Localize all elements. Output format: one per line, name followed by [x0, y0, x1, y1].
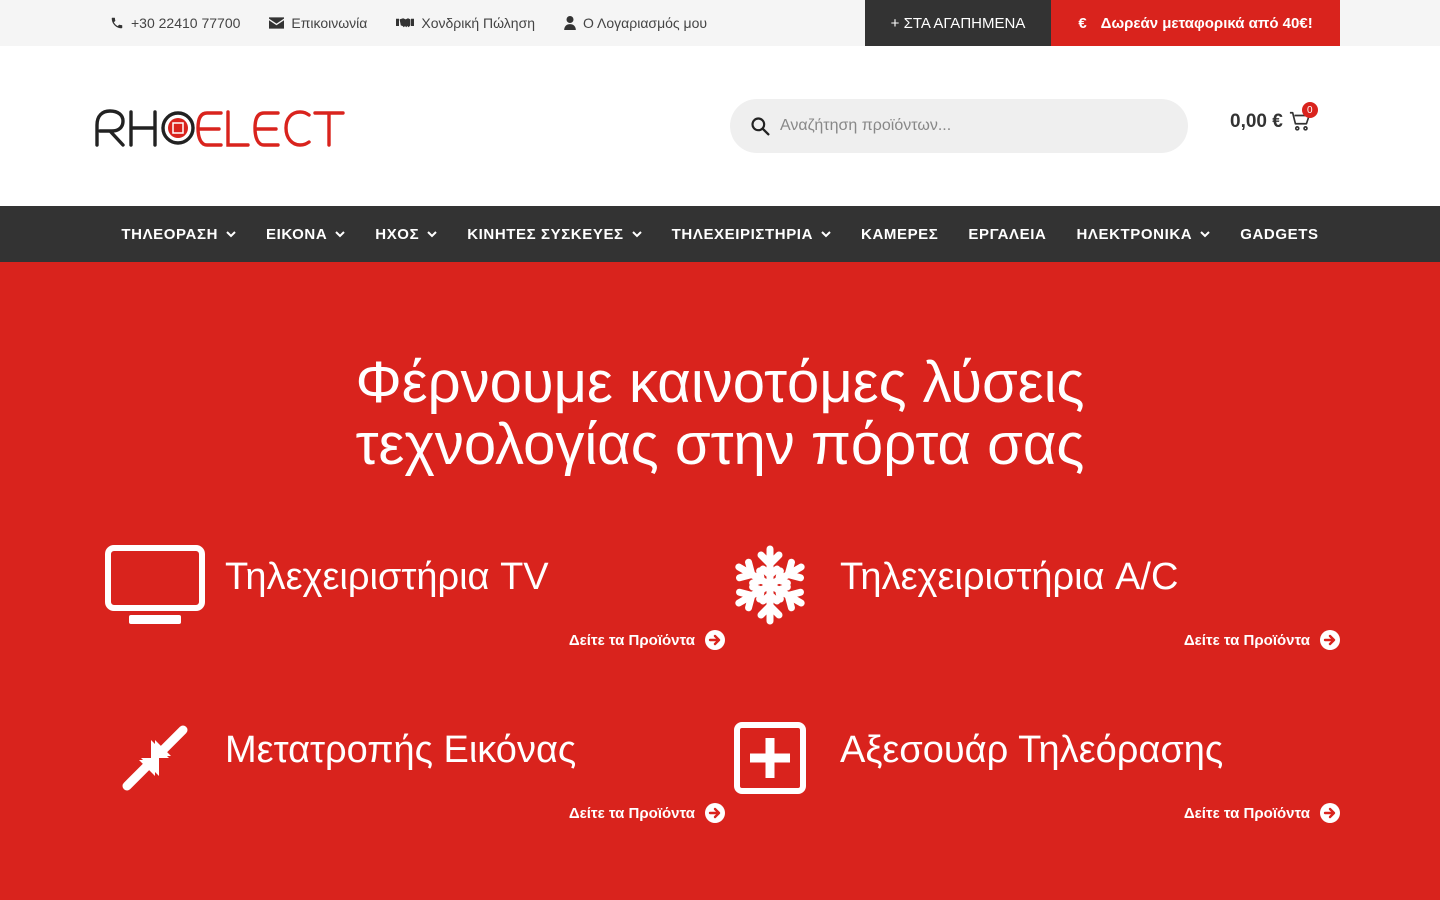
free-shipping-banner: € Δωρεάν μεταφορικά από 40€! [1051, 0, 1340, 46]
view-products-link[interactable]: Δείτε τα Προϊόντα [569, 803, 725, 823]
view-products-link[interactable]: Δείτε τα Προϊόντα [569, 630, 725, 650]
compress-arrows-icon [105, 717, 205, 799]
nav-item-remotes[interactable]: ΤΗΛΕΧΕΙΡΙΣΤΗΡΙΑ [657, 226, 846, 243]
chevron-down-icon [226, 230, 236, 237]
category-image-converters: Μετατροπής Εικόνας Δείτε τα Προϊόντα [105, 717, 725, 827]
nav-item-label: ΕΡΓΑΛΕΙΑ [968, 225, 1047, 243]
hero-section: Φέρνουμε καινοτόμες λύσεις τεχνολογίας σ… [0, 262, 1440, 900]
arrow-circle-right-icon [1320, 803, 1340, 823]
plus-square-icon [720, 717, 820, 799]
nav-item-label: ΤΗΛΕΟΡΑΣΗ [121, 225, 219, 243]
nav-item-gadgets[interactable]: GADGETS [1225, 226, 1333, 243]
account-link[interactable]: Ο Λογαριασμός μου [564, 15, 707, 31]
nav-item-tools[interactable]: ΕΡΓΑΛΕΙΑ [953, 226, 1061, 243]
view-products-label: Δείτε τα Προϊόντα [1183, 631, 1310, 649]
chevron-down-icon [821, 230, 831, 237]
main-navigation: ΤΗΛΕΟΡΑΣΗ ΕΙΚΟΝΑ ΗΧΟΣ ΚΙΝΗΤΕΣ ΣΥΣΚΕΥΕΣ Τ… [0, 206, 1440, 262]
free-shipping-text: Δωρεάν μεταφορικά από 40€! [1100, 14, 1313, 32]
nav-item-label: ΕΙΚΟΝΑ [266, 225, 328, 243]
category-tv-remotes: Τηλεχειριστήρια TV Δείτε τα Προϊόντα [105, 544, 725, 654]
hero-title: Φέρνουμε καινοτόμες λύσεις τεχνολογίας σ… [0, 352, 1440, 476]
phone-text: +30 22410 77700 [131, 15, 241, 31]
category-ac-remotes: Τηλεχειριστήρια A/C Δείτε τα Προϊόντα [720, 544, 1340, 654]
nav-item-label: ΚΑΜΕΡΕΣ [861, 225, 939, 243]
cart-button[interactable]: 0,00 € 0 [1230, 102, 1318, 134]
phone-link[interactable]: +30 22410 77700 [110, 15, 240, 31]
search-icon[interactable] [750, 116, 770, 136]
nav-item-mobile[interactable]: ΚΙΝΗΤΕΣ ΣΥΣΚΕΥΕΣ [452, 226, 656, 243]
nav-item-label: ΗΛΕΚΤΡΟΝΙΚΑ [1076, 225, 1193, 243]
phone-icon [111, 17, 123, 29]
chevron-down-icon [427, 230, 437, 237]
nav-item-label: ΤΗΛΕΧΕΙΡΙΣΤΗΡΙΑ [671, 225, 814, 243]
euro-icon: € [1078, 14, 1087, 32]
category-tv-accessories: Αξεσουάρ Τηλεόρασης Δείτε τα Προϊόντα [720, 717, 1340, 827]
nav-item-image[interactable]: ΕΙΚΟΝΑ [251, 226, 360, 243]
hero-title-line1: Φέρνουμε καινοτόμες λύσεις [355, 350, 1085, 415]
cart-icon-wrap: 0 [1289, 102, 1318, 134]
cart-count-badge: 0 [1301, 102, 1318, 118]
handshake-icon [396, 18, 415, 28]
view-products-label: Δείτε τα Προϊόντα [568, 804, 695, 822]
wholesale-text: Χονδρική Πώληση [421, 15, 536, 31]
account-text: Ο Λογαριασμός μου [583, 15, 708, 31]
user-icon [564, 16, 576, 30]
wholesale-link[interactable]: Χονδρική Πώληση [396, 15, 535, 31]
search-input[interactable] [780, 117, 1160, 135]
contact-text: Επικοινωνία [291, 15, 368, 31]
hero-title-line2: τεχνολογίας στην πόρτα σας [355, 412, 1085, 477]
category-title: Τηλεχειριστήρια A/C [840, 556, 1179, 598]
nav-item-tv[interactable]: ΤΗΛΕΟΡΑΣΗ [106, 226, 251, 243]
chevron-down-icon [1200, 230, 1210, 237]
nav-item-label: ΗΧΟΣ [375, 225, 420, 243]
contact-link[interactable]: Επικοινωνία [269, 15, 367, 31]
nav-item-label: ΚΙΝΗΤΕΣ ΣΥΣΚΕΥΕΣ [467, 225, 624, 243]
view-products-link[interactable]: Δείτε τα Προϊόντα [1184, 803, 1340, 823]
category-title: Μετατροπής Εικόνας [225, 729, 577, 771]
top-bar-links: +30 22410 77700 Επικοινωνία Χονδρική Πώλ… [110, 0, 736, 46]
nav-item-cameras[interactable]: ΚΑΜΕΡΕΣ [846, 226, 953, 243]
view-products-label: Δείτε τα Προϊόντα [1183, 804, 1310, 822]
tv-icon [105, 544, 205, 626]
category-title: Αξεσουάρ Τηλεόρασης [840, 729, 1224, 771]
top-bar: +30 22410 77700 Επικοινωνία Χονδρική Πώλ… [0, 0, 1440, 46]
nav-item-electronics[interactable]: ΗΛΕΚΤΡΟΝΙΚΑ [1061, 226, 1225, 243]
add-to-favorites-button[interactable]: + ΣΤΑ ΑΓΑΠΗΜΕΝΑ [865, 0, 1051, 46]
nav-item-sound[interactable]: ΗΧΟΣ [360, 226, 452, 243]
category-title: Τηλεχειριστήρια TV [225, 556, 549, 598]
snowflake-icon [720, 544, 820, 626]
rhoelect-logo[interactable] [94, 104, 346, 148]
arrow-circle-right-icon [1320, 630, 1340, 650]
chevron-down-icon [631, 230, 642, 237]
product-search[interactable] [730, 99, 1188, 153]
site-header: 0,00 € 0 [0, 46, 1440, 206]
view-products-label: Δείτε τα Προϊόντα [568, 631, 695, 649]
envelope-icon [269, 17, 285, 29]
view-products-link[interactable]: Δείτε τα Προϊόντα [1184, 630, 1340, 650]
nav-item-label: GADGETS [1240, 225, 1319, 243]
cart-total: 0,00 € [1230, 111, 1283, 132]
chevron-down-icon [335, 230, 345, 237]
